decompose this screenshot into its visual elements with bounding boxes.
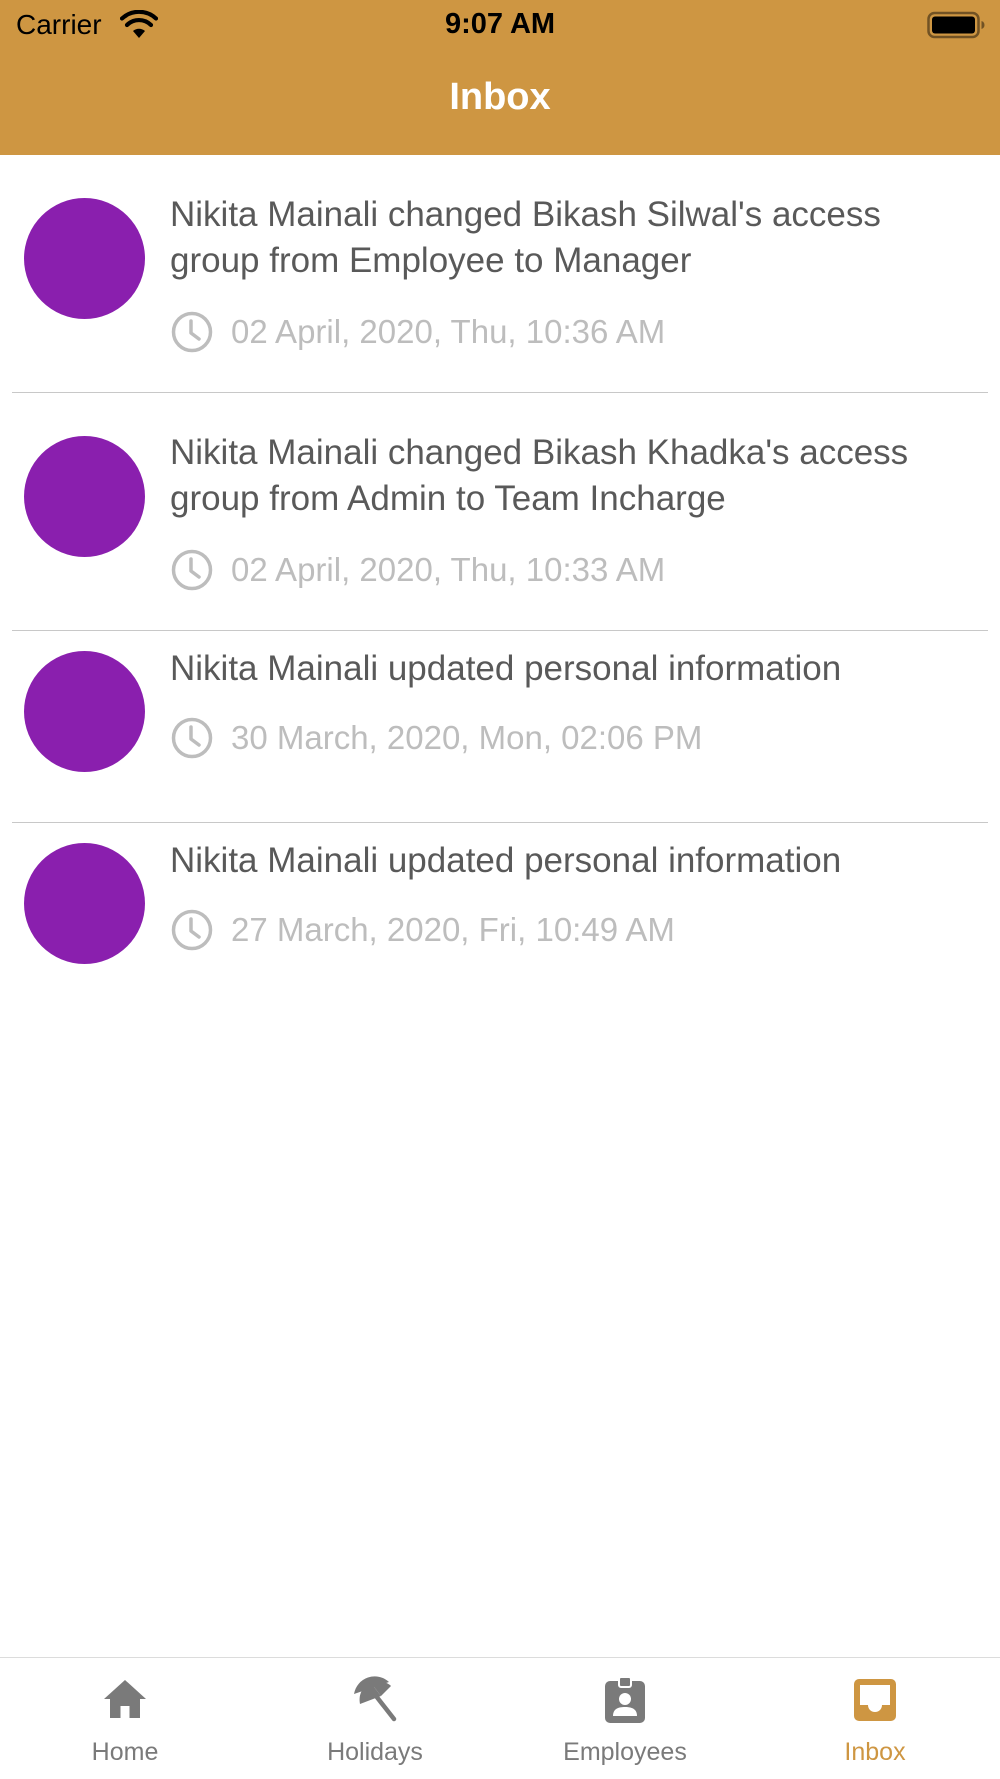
tab-holidays[interactable]: Holidays	[250, 1658, 500, 1779]
tab-employees[interactable]: Employees	[500, 1658, 750, 1779]
tab-label: Holidays	[327, 1738, 423, 1766]
notification-message: Nikita Mainali updated personal informat…	[170, 649, 842, 688]
notification-message: Nikita Mainali changed Bikash Khadka's a…	[170, 433, 909, 518]
notification-list: Nikita Mainali changed Bikash Silwal's a…	[0, 155, 1000, 1015]
id-badge-icon	[605, 1676, 645, 1723]
tab-label: Employees	[563, 1738, 687, 1766]
clock-icon	[171, 909, 213, 951]
beach-umbrella-icon	[354, 1676, 397, 1722]
clock-icon	[171, 549, 213, 591]
status-time: 9:07 AM	[444, 8, 556, 40]
tab-bar: Home Holidays Employees Inbox	[0, 1657, 1000, 1779]
nav-header: Carrier 9:07 AM Inbox	[0, 0, 1000, 155]
notification-item[interactable]: Nikita Mainali changed Bikash Khadka's a…	[0, 393, 1000, 631]
inbox-tray-icon	[854, 1679, 896, 1721]
tab-label: Inbox	[844, 1738, 906, 1766]
clock-icon	[171, 311, 213, 353]
status-bar: Carrier 9:07 AM	[0, 0, 1000, 50]
notification-item[interactable]: Nikita Mainali changed Bikash Silwal's a…	[0, 155, 1000, 393]
tab-home[interactable]: Home	[0, 1658, 250, 1779]
timestamp-text: 02 April, 2020, Thu, 10:36 AM	[231, 313, 666, 350]
tab-label: Home	[91, 1738, 159, 1766]
notification-message: Nikita Mainali changed Bikash Silwal's a…	[170, 195, 881, 280]
timestamp-text: 30 March, 2020, Mon, 02:06 PM	[231, 719, 703, 756]
avatar	[24, 436, 145, 557]
avatar	[24, 651, 145, 772]
clock-icon	[171, 717, 213, 759]
notification-item[interactable]: Nikita Mainali updated personal informat…	[0, 631, 1000, 823]
notification-item[interactable]: Nikita Mainali updated personal informat…	[0, 823, 1000, 1015]
timestamp-text: 27 March, 2020, Fri, 10:49 AM	[231, 911, 675, 948]
timestamp-text: 02 April, 2020, Thu, 10:33 AM	[231, 551, 666, 588]
page-title: Inbox	[449, 76, 551, 118]
battery-icon	[927, 11, 985, 39]
avatar	[24, 198, 145, 319]
notification-message: Nikita Mainali updated personal informat…	[170, 841, 842, 880]
avatar	[24, 843, 145, 964]
tab-inbox[interactable]: Inbox	[750, 1658, 1000, 1779]
home-icon	[104, 1680, 146, 1718]
